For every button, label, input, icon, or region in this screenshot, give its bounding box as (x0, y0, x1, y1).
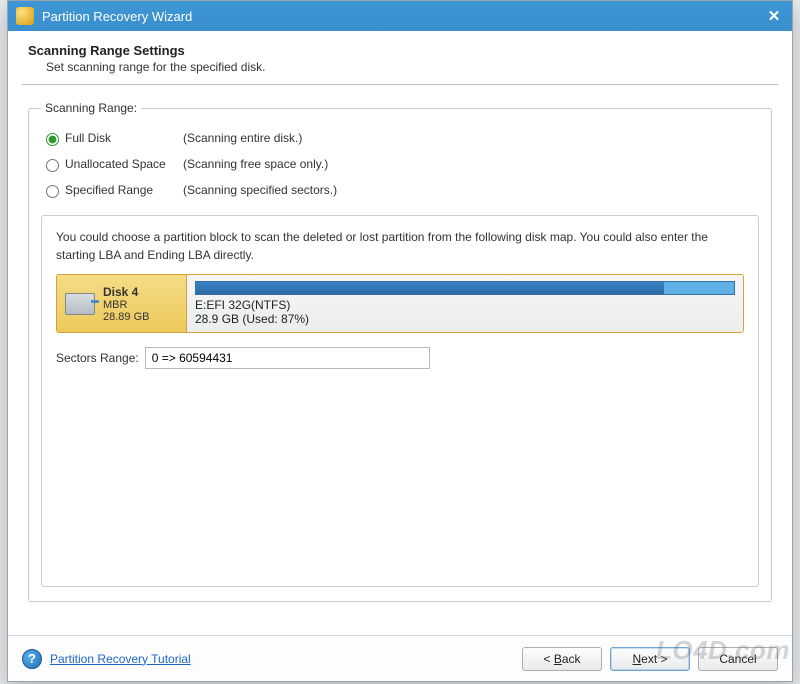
partition-label: E:EFI 32G(NTFS) (195, 298, 735, 312)
disk-map-instructions: You could choose a partition block to sc… (56, 228, 744, 264)
radio-specified[interactable]: Specified Range (Scanning specified sect… (41, 177, 759, 203)
cancel-button[interactable]: Cancel (698, 647, 778, 671)
disk-name: Disk 4 (103, 285, 149, 299)
radio-specified-desc: (Scanning specified sectors.) (183, 183, 337, 197)
sectors-row: Sectors Range: (56, 347, 744, 369)
sectors-input[interactable] (145, 347, 430, 369)
page-title: Scanning Range Settings (28, 43, 772, 58)
help-icon[interactable]: ? (22, 649, 42, 669)
scanning-range-group: Scanning Range: Full Disk (Scanning enti… (28, 101, 772, 602)
page-header: Scanning Range Settings Set scanning ran… (22, 39, 778, 85)
partition-block[interactable]: E:EFI 32G(NTFS) 28.9 GB (Used: 87%) (187, 275, 743, 332)
radio-full-disk-desc: (Scanning entire disk.) (183, 131, 302, 145)
radio-full-disk[interactable]: Full Disk (Scanning entire disk.) (41, 125, 759, 151)
partition-usage: 28.9 GB (Used: 87%) (195, 312, 735, 326)
radio-full-disk-label: Full Disk (65, 131, 183, 145)
disk-info: Disk 4 MBR 28.89 GB (57, 275, 187, 332)
disk-row[interactable]: Disk 4 MBR 28.89 GB E:EFI 32G(NTFS) 28.9… (56, 274, 744, 333)
window-title: Partition Recovery Wizard (42, 9, 764, 24)
back-button[interactable]: < Back (522, 647, 602, 671)
tutorial-link[interactable]: Partition Recovery Tutorial (50, 652, 191, 666)
radio-unallocated[interactable]: Unallocated Space (Scanning free space o… (41, 151, 759, 177)
radio-unallocated-label: Unallocated Space (65, 157, 183, 171)
disk-size: 28.89 GB (103, 311, 149, 323)
page-subtitle: Set scanning range for the specified dis… (46, 60, 772, 74)
close-icon[interactable]: ✕ (764, 6, 784, 26)
app-icon (16, 7, 34, 25)
scanning-range-legend: Scanning Range: (41, 101, 141, 115)
usage-used (196, 282, 664, 294)
radio-unallocated-desc: (Scanning free space only.) (183, 157, 328, 171)
radio-specified-input[interactable] (46, 185, 59, 198)
radio-unallocated-input[interactable] (46, 159, 59, 172)
titlebar: Partition Recovery Wizard ✕ (8, 1, 792, 31)
disk-type: MBR (103, 299, 149, 311)
wizard-window: Partition Recovery Wizard ✕ Scanning Ran… (7, 0, 793, 682)
body: Scanning Range Settings Set scanning ran… (8, 31, 792, 602)
disk-map-box: You could choose a partition block to sc… (41, 215, 759, 587)
next-button[interactable]: Next > (610, 647, 690, 671)
sectors-label: Sectors Range: (56, 351, 139, 365)
usage-bar (195, 281, 735, 295)
footer: ? Partition Recovery Tutorial < Back Nex… (8, 635, 792, 681)
radio-specified-label: Specified Range (65, 183, 183, 197)
usage-free (664, 282, 734, 294)
radio-full-disk-input[interactable] (46, 133, 59, 146)
drive-icon (65, 293, 95, 315)
